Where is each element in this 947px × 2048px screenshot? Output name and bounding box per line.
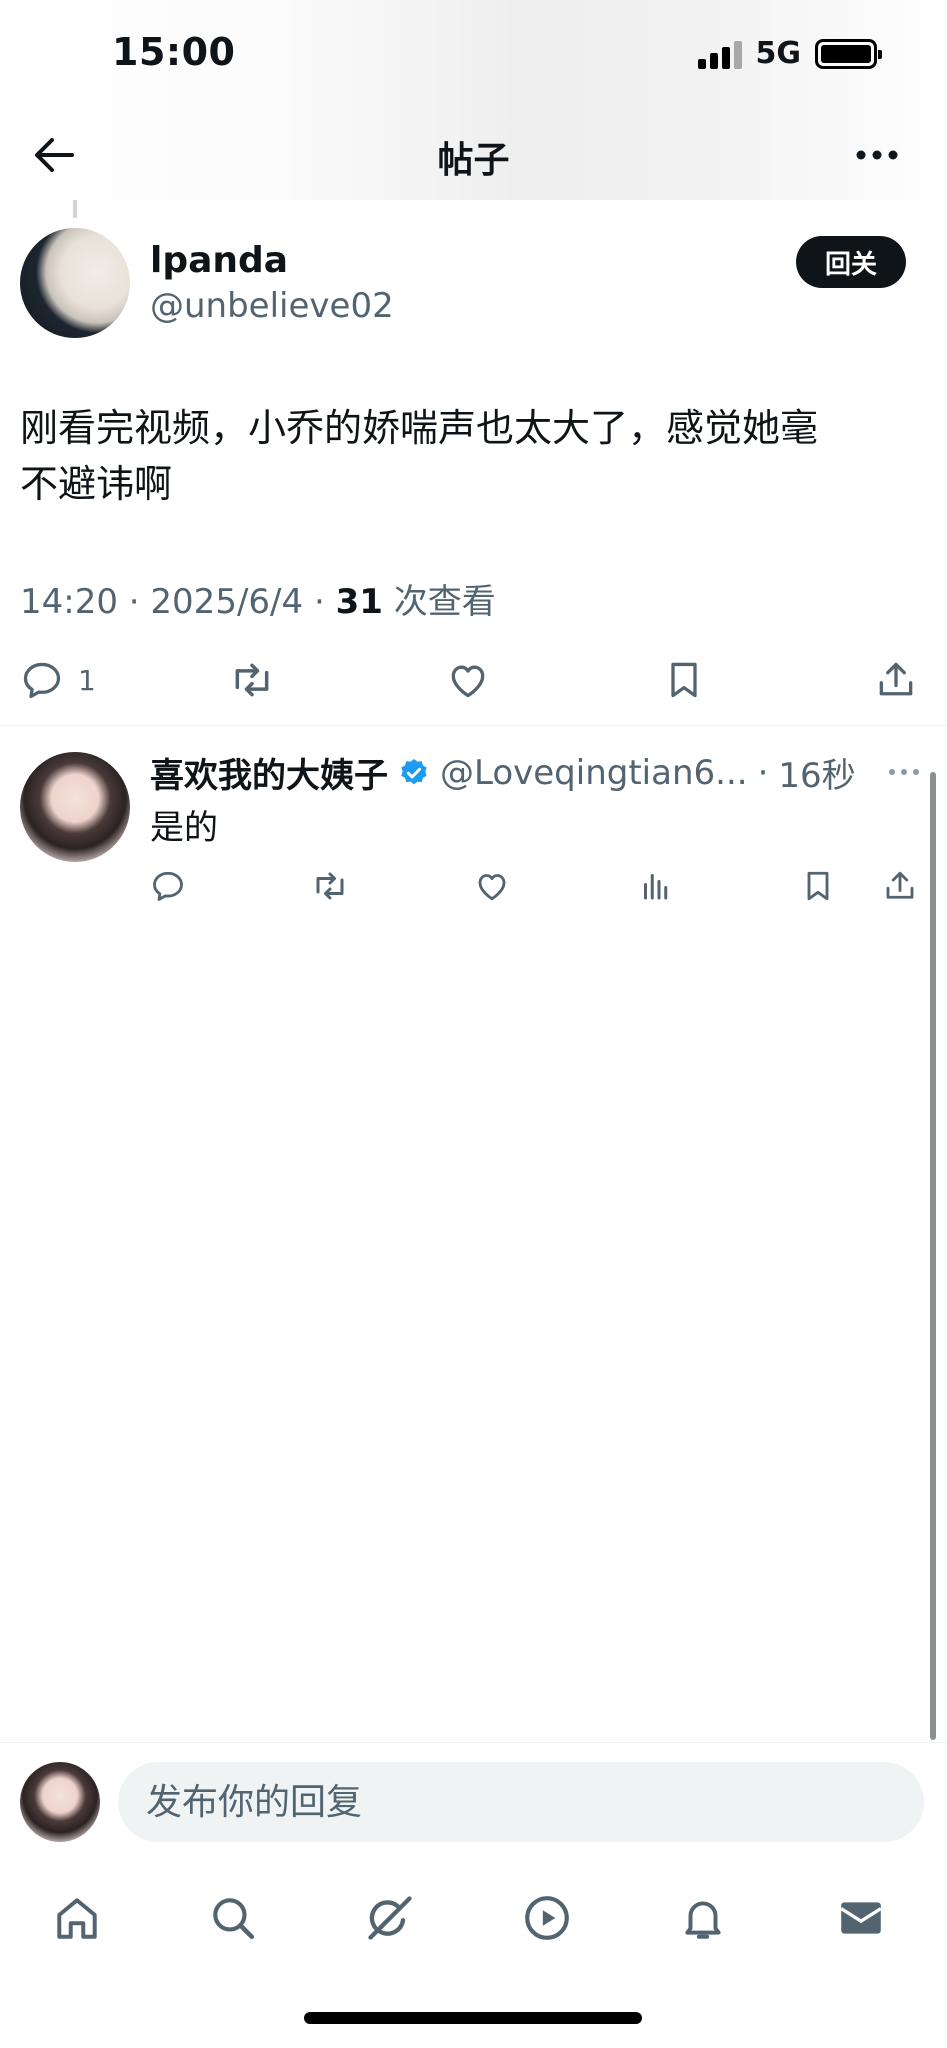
- post-text-line: 刚看完视频，小乔的娇喘声也太大了，感觉她毫: [20, 406, 819, 450]
- follow-back-button[interactable]: 回关: [796, 236, 906, 288]
- mail-icon: [840, 1902, 882, 1934]
- composer-divider: [0, 1742, 947, 1743]
- post-actions: 1: [0, 650, 947, 710]
- reply-actions: [0, 862, 947, 910]
- bottom-nav: [0, 1880, 947, 1950]
- grok-icon: [368, 1896, 412, 1940]
- verified-badge-icon: [401, 758, 427, 784]
- reply-header: 喜欢我的大姨子 @Loveqingtian6... · 16秒: [150, 748, 856, 797]
- reply-like-button[interactable]: [474, 862, 510, 910]
- network-type: 5G: [755, 36, 802, 71]
- more-horizontal-icon: [889, 769, 919, 775]
- bookmark-icon: [671, 662, 697, 698]
- status-indicators: 5G: [697, 36, 882, 71]
- battery-icon: [815, 38, 882, 69]
- like-button[interactable]: [446, 650, 490, 710]
- post-text: 刚看完视频，小乔的娇喘声也太大了，感觉她毫 不避讳啊: [20, 400, 920, 512]
- page-title: 帖子: [437, 140, 510, 181]
- reply-bookmark-button[interactable]: [800, 862, 836, 910]
- reply-repost-button[interactable]: [310, 862, 350, 910]
- heart-icon: [478, 874, 506, 901]
- reply-text: 是的: [150, 808, 218, 848]
- repost-icon: [316, 872, 344, 900]
- nav-grok[interactable]: [360, 1888, 420, 1948]
- share-icon: [879, 662, 913, 696]
- repost-button[interactable]: [228, 650, 276, 710]
- nav-home[interactable]: [47, 1888, 107, 1948]
- more-options-button[interactable]: [847, 129, 907, 181]
- status-time: 15:00: [112, 30, 236, 74]
- thread-connector: [73, 200, 77, 218]
- heart-icon: [451, 665, 485, 698]
- reply-author-handle[interactable]: @Loveqingtian6...: [440, 753, 748, 793]
- reply-count: 1: [78, 663, 96, 697]
- my-avatar: [20, 1762, 100, 1842]
- reply-button[interactable]: 1: [20, 650, 96, 710]
- reply-author-name[interactable]: 喜欢我的大姨子: [150, 748, 388, 797]
- nav-search[interactable]: [203, 1888, 263, 1948]
- repost-icon: [235, 663, 269, 697]
- nav-header: 帖子: [0, 115, 947, 195]
- author-handle[interactable]: @unbelieve02: [150, 286, 394, 326]
- share-button[interactable]: [874, 650, 918, 710]
- bookmark-button[interactable]: [662, 650, 706, 710]
- home-indicator: [304, 2012, 642, 2024]
- bookmark-icon: [807, 871, 829, 901]
- home-icon: [57, 1898, 97, 1939]
- bell-icon: [685, 1901, 721, 1939]
- post-meta: 14:20 · 2025/6/4 · 31 次查看: [20, 582, 496, 622]
- share-icon: [886, 871, 914, 899]
- reply-views-button[interactable]: [638, 862, 674, 910]
- reply-author-avatar[interactable]: [20, 752, 130, 862]
- author-avatar[interactable]: [20, 228, 130, 338]
- author-name[interactable]: lpanda: [150, 240, 288, 281]
- nav-messages[interactable]: [831, 1888, 891, 1948]
- post-time[interactable]: 14:20: [20, 582, 118, 622]
- reply-time: 16秒: [778, 756, 856, 796]
- scrollbar[interactable]: [930, 772, 936, 1740]
- nav-video[interactable]: [517, 1888, 577, 1948]
- divider: [0, 725, 947, 726]
- reply-input[interactable]: [118, 1762, 924, 1842]
- views-count: 31: [335, 582, 383, 622]
- video-icon: [525, 1896, 569, 1940]
- post-date[interactable]: 2025/6/4: [150, 582, 303, 622]
- post-text-line: 不避讳啊: [20, 462, 173, 506]
- bar-chart-icon: [644, 874, 668, 900]
- reply-reply-button[interactable]: [150, 862, 186, 910]
- search-icon: [213, 1898, 255, 1940]
- comment-icon: [23, 662, 61, 699]
- comment-icon: [153, 871, 183, 901]
- signal-icon: [697, 39, 742, 69]
- reply-more-button[interactable]: [884, 760, 924, 784]
- reply-share-button[interactable]: [882, 862, 918, 910]
- more-horizontal-icon: [856, 150, 898, 160]
- nav-notifications[interactable]: [673, 1888, 733, 1948]
- views-label: 次查看: [393, 582, 496, 622]
